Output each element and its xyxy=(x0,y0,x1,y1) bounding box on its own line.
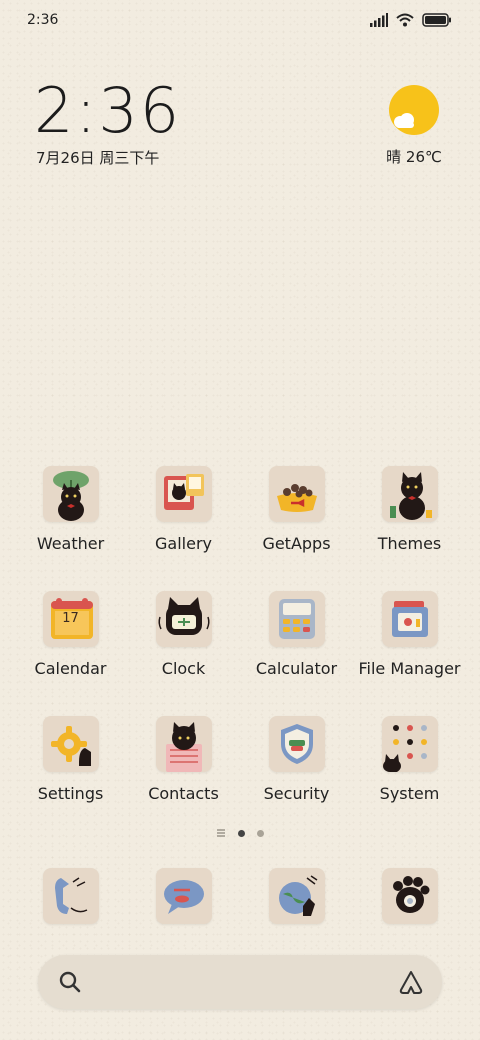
app-getapps[interactable]: GetApps xyxy=(240,462,353,587)
app-calculator[interactable]: Calculator xyxy=(240,587,353,712)
status-bar: 2:36 xyxy=(0,0,480,42)
app-grid: Weather Gallery GetApps Themes 17 Calend… xyxy=(14,462,466,837)
dock-phone[interactable] xyxy=(14,864,127,928)
messages-icon xyxy=(155,868,212,924)
app-label: Gallery xyxy=(155,534,212,553)
app-label: Contacts xyxy=(148,784,219,803)
search-icon xyxy=(59,971,81,993)
getapps-icon xyxy=(268,466,325,522)
browser-icon xyxy=(268,868,325,924)
calendar-icon: 17 xyxy=(42,591,99,647)
app-themes[interactable]: Themes xyxy=(353,462,466,587)
system-folder-icon xyxy=(381,716,438,772)
file-manager-icon xyxy=(381,591,438,647)
app-label: Calendar xyxy=(34,659,107,678)
signal-icon xyxy=(370,13,388,27)
dock xyxy=(14,864,466,928)
app-label: Clock xyxy=(161,659,206,678)
phone-icon xyxy=(42,868,99,924)
app-gallery[interactable]: Gallery xyxy=(127,462,240,587)
app-file-manager[interactable]: File Manager xyxy=(353,587,466,712)
app-contacts[interactable]: Contacts xyxy=(127,712,240,837)
camera-icon xyxy=(381,868,438,924)
app-label: Security xyxy=(263,784,330,803)
app-settings[interactable]: Settings xyxy=(14,712,127,837)
calendar-day: 17 xyxy=(62,611,79,626)
status-time: 2:36 xyxy=(27,12,59,28)
feed-page-icon[interactable] xyxy=(216,829,226,837)
page-indicator xyxy=(0,829,480,837)
app-label: File Manager xyxy=(358,659,461,678)
page-dot[interactable] xyxy=(257,829,264,837)
app-security[interactable]: Security xyxy=(240,712,353,837)
app-label: GetApps xyxy=(262,534,331,553)
weather-widget[interactable]: 晴 26℃ xyxy=(384,84,444,167)
sun-cloud-icon xyxy=(389,85,439,135)
security-icon xyxy=(268,716,325,772)
dock-browser[interactable] xyxy=(240,864,353,928)
page-dot-active[interactable] xyxy=(238,829,245,837)
clock-icon xyxy=(155,591,212,647)
clock-widget-date[interactable]: 7月26日 周三下午 xyxy=(36,147,159,168)
app-label: System xyxy=(379,784,440,803)
contacts-icon xyxy=(155,716,212,772)
gallery-icon xyxy=(155,466,212,522)
app-weather[interactable]: Weather xyxy=(14,462,127,587)
voice-assistant-icon[interactable] xyxy=(398,969,424,995)
weather-text: 晴 26℃ xyxy=(386,148,442,166)
settings-icon xyxy=(42,716,99,772)
calculator-icon xyxy=(268,591,325,647)
search-bar[interactable] xyxy=(38,955,442,1009)
themes-icon xyxy=(381,466,438,522)
app-system-folder[interactable]: System xyxy=(353,712,466,837)
clock-widget-time[interactable]: 2:36 xyxy=(34,78,181,144)
app-label: Themes xyxy=(377,534,442,553)
app-label: Weather xyxy=(36,534,105,553)
wifi-icon xyxy=(396,13,414,27)
app-label: Calculator xyxy=(255,659,338,678)
app-clock[interactable]: Clock xyxy=(127,587,240,712)
weather-icon xyxy=(42,466,99,522)
app-calendar[interactable]: 17 Calendar xyxy=(14,587,127,712)
battery-icon xyxy=(422,13,451,27)
dock-messages[interactable] xyxy=(127,864,240,928)
app-label: Settings xyxy=(37,784,104,803)
dock-camera[interactable] xyxy=(353,864,466,928)
